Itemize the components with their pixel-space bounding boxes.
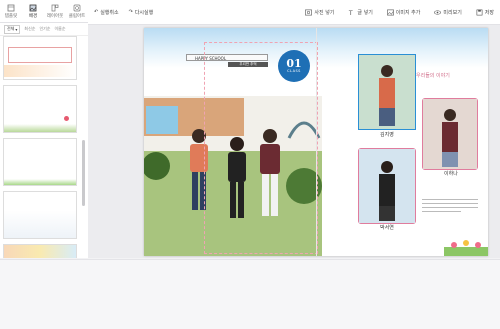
tab-clipart-label: 클립아트: [68, 13, 86, 19]
filter-select-value: 전체: [7, 26, 15, 31]
tab-template[interactable]: 템플릿: [0, 0, 22, 22]
tab-template-label: 템플릿: [4, 13, 18, 19]
portrait-photo: [359, 149, 415, 223]
clipart-icon: [73, 4, 81, 11]
thumbnail-list: [3, 36, 77, 258]
filter-option[interactable]: 최신순: [24, 26, 35, 32]
undo-button[interactable]: ↶ 실행취소: [94, 9, 119, 16]
background-icon: [29, 4, 37, 11]
tab-layout-label: 레이아웃: [46, 13, 64, 19]
layout-icon: [51, 4, 59, 11]
image-add-icon: [386, 9, 394, 15]
bottom-area: [0, 259, 500, 329]
save-button[interactable]: 저장: [476, 9, 494, 16]
left-panel: 템플릿 배경 레이아웃 클립아트 전체 ▾ 최신순 인기순 이름순: [0, 0, 89, 258]
sidebar-scrollbar[interactable]: [82, 140, 85, 206]
layout-guide: [204, 42, 318, 254]
right-page-title: 우리들의 이야기: [416, 73, 450, 79]
thumbnail-item[interactable]: [3, 138, 77, 186]
photo-caption: 이하나: [444, 171, 458, 177]
sidebar-tabs: 템플릿 배경 레이아웃 클립아트: [0, 0, 88, 23]
undo-icon: ↶: [94, 9, 99, 15]
portrait-photo: [359, 55, 415, 129]
portrait-photo: [423, 99, 477, 169]
photo-icon: [305, 9, 313, 15]
preview-label: 미리보기: [443, 9, 462, 16]
redo-button[interactable]: ↷ 다시실행: [129, 9, 154, 16]
photo-caption: 김지영: [380, 132, 394, 138]
filter-option[interactable]: 인기순: [39, 26, 50, 32]
thumbnail-item[interactable]: [3, 36, 77, 80]
filter-option[interactable]: 이름순: [54, 26, 65, 32]
save-icon: [476, 9, 483, 15]
preview-icon: [434, 9, 442, 15]
tab-clipart[interactable]: 클립아트: [66, 0, 88, 22]
photo-frame[interactable]: [358, 54, 416, 130]
add-photo-button[interactable]: 사진 넣기: [305, 9, 334, 16]
page-fold: [316, 28, 317, 256]
save-label: 저장: [484, 9, 494, 16]
photo-caption: 박서연: [380, 225, 394, 231]
editor-canvas: HAPPY SCHOOL 우리반 추억 01 CLASS 김지영 이하나 박서연…: [88, 25, 500, 258]
tab-layout[interactable]: 레이아웃: [44, 0, 66, 22]
text-block[interactable]: [422, 196, 478, 215]
undo-label: 실행취소: [100, 9, 119, 16]
tab-background[interactable]: 배경: [22, 0, 44, 22]
thumbnail-item[interactable]: [3, 191, 77, 239]
thumbnail-item[interactable]: [3, 85, 77, 133]
flower-decoration: [444, 240, 488, 256]
redo-label: 다시실행: [134, 9, 154, 16]
editor-toolbar: ↶ 실행취소 ↷ 다시실행 사진 넣기 T 글 넣기 이미지 추가 미리보기 저…: [88, 0, 500, 25]
filter-bar: 전체 ▾ 최신순 인기순 이름순: [0, 23, 88, 36]
add-text-button[interactable]: T 글 넣기: [348, 9, 372, 16]
filter-select[interactable]: 전체 ▾: [4, 24, 21, 34]
redo-icon: ↷: [128, 9, 133, 15]
tab-background-label: 배경: [28, 13, 38, 19]
template-icon: [7, 4, 15, 11]
add-image-button[interactable]: 이미지 추가: [386, 9, 421, 16]
album-spread[interactable]: HAPPY SCHOOL 우리반 추억 01 CLASS 김지영 이하나 박서연…: [144, 28, 488, 256]
add-photo-label: 사진 넣기: [314, 9, 335, 16]
add-image-label: 이미지 추가: [395, 9, 421, 16]
svg-text:T: T: [348, 10, 353, 16]
text-icon: T: [348, 10, 353, 16]
add-text-label: 글 넣기: [357, 9, 373, 16]
thumbnail-item[interactable]: [3, 244, 77, 258]
photo-frame[interactable]: [422, 98, 478, 170]
photo-frame[interactable]: [358, 148, 416, 224]
preview-button[interactable]: 미리보기: [434, 9, 462, 16]
chevron-down-icon: ▾: [15, 26, 18, 32]
